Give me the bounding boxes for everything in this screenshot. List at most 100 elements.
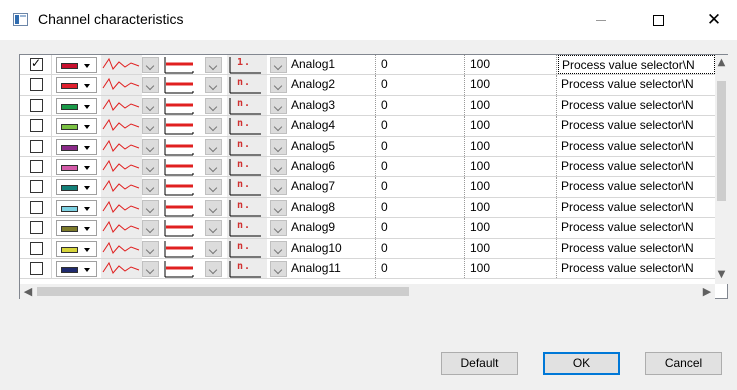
min-value[interactable]: 0 <box>377 177 465 197</box>
channel-row[interactable]: n. Analog11 0 100 Process value selector\N <box>20 258 715 280</box>
scroll-left-icon[interactable]: ◀ <box>20 284 36 299</box>
channel-name[interactable]: Analog2 <box>289 75 376 95</box>
process-value-selector[interactable]: Process value selector\N <box>558 218 715 237</box>
scroll-down-icon[interactable]: ▼ <box>715 268 728 282</box>
minimize-button[interactable] <box>578 0 624 40</box>
marker-dropdown[interactable] <box>270 220 287 237</box>
channel-row[interactable]: n. Analog5 0 100 Process value selector\N <box>20 136 715 157</box>
line-style-dropdown[interactable] <box>142 97 159 114</box>
process-value-selector[interactable]: Process value selector\N <box>558 177 715 196</box>
min-value[interactable]: 0 <box>377 95 465 116</box>
channel-row[interactable]: n. Analog7 0 100 Process value selector\N <box>20 177 715 198</box>
process-value-selector[interactable]: Process value selector\N <box>558 137 715 156</box>
line-style-dropdown[interactable] <box>142 138 159 155</box>
max-value[interactable]: 100 <box>466 197 557 218</box>
min-value[interactable]: 0 <box>377 258 465 279</box>
channel-name[interactable]: Analog3 <box>289 95 376 116</box>
max-value[interactable]: 100 <box>466 218 557 238</box>
min-value[interactable]: 0 <box>377 75 465 95</box>
channel-name[interactable]: Analog11 <box>289 258 376 279</box>
marker-dropdown[interactable] <box>270 179 287 196</box>
min-value[interactable]: 0 <box>377 136 465 156</box>
marker-dropdown[interactable] <box>270 97 287 114</box>
process-value-selector[interactable]: Process value selector\N <box>558 116 715 135</box>
channel-name[interactable]: Analog1 <box>289 55 376 75</box>
max-value[interactable]: 100 <box>466 238 557 258</box>
horizontal-scrollbar[interactable]: ◀ ▶ <box>20 284 715 299</box>
min-value[interactable]: 0 <box>377 55 465 75</box>
scroll-right-icon[interactable]: ▶ <box>699 284 715 299</box>
line-width-dropdown[interactable] <box>205 158 222 175</box>
color-picker[interactable] <box>56 118 97 135</box>
line-style-dropdown[interactable] <box>142 260 159 277</box>
color-picker[interactable] <box>56 260 97 277</box>
channel-row[interactable]: n. Analog2 0 100 Process value selector\N <box>20 75 715 96</box>
line-width-dropdown[interactable] <box>205 118 222 135</box>
min-value[interactable]: 0 <box>377 156 465 177</box>
channel-row[interactable]: n. Analog3 0 100 Process value selector\N <box>20 95 715 117</box>
channel-name[interactable]: Analog5 <box>289 136 376 156</box>
channel-row[interactable]: n. Analog4 0 100 Process value selector\N <box>20 116 715 137</box>
line-style-dropdown[interactable] <box>142 179 159 196</box>
ok-button[interactable]: OK <box>543 352 620 375</box>
line-width-dropdown[interactable] <box>205 57 222 73</box>
color-picker[interactable] <box>56 179 97 196</box>
max-value[interactable]: 100 <box>466 177 557 197</box>
channel-name[interactable]: Analog8 <box>289 197 376 218</box>
min-value[interactable]: 0 <box>377 238 465 258</box>
line-style-dropdown[interactable] <box>142 77 159 94</box>
scroll-up-icon[interactable]: ▲ <box>715 56 728 70</box>
color-picker[interactable] <box>56 138 97 155</box>
close-button[interactable]: ✕ <box>691 0 737 40</box>
marker-dropdown[interactable] <box>270 77 287 94</box>
min-value[interactable]: 0 <box>377 218 465 238</box>
enable-checkbox[interactable]: ✓ <box>30 56 43 71</box>
process-value-selector[interactable]: Process value selector\N <box>558 157 715 176</box>
process-value-selector[interactable]: Process value selector\N <box>558 96 715 115</box>
line-width-dropdown[interactable] <box>205 97 222 114</box>
color-picker[interactable] <box>56 77 97 94</box>
channel-name[interactable]: Analog9 <box>289 218 376 238</box>
marker-dropdown[interactable] <box>270 199 287 216</box>
channel-row[interactable]: n. Analog8 0 100 Process value selector\N <box>20 197 715 219</box>
vertical-scrollbar[interactable]: ▲ ▼ <box>715 55 728 284</box>
line-width-dropdown[interactable] <box>205 260 222 277</box>
channel-name[interactable]: Analog4 <box>289 116 376 136</box>
enable-checkbox[interactable] <box>30 180 43 194</box>
max-value[interactable]: 100 <box>466 116 557 136</box>
line-style-dropdown[interactable] <box>142 118 159 135</box>
line-width-dropdown[interactable] <box>205 138 222 155</box>
color-picker[interactable] <box>56 220 97 237</box>
min-value[interactable]: 0 <box>377 116 465 136</box>
enable-checkbox[interactable] <box>30 159 43 173</box>
process-value-selector[interactable]: Process value selector\N <box>558 259 715 278</box>
enable-checkbox[interactable] <box>30 261 43 275</box>
enable-checkbox[interactable] <box>30 221 43 235</box>
horizontal-scroll-thumb[interactable] <box>37 287 409 296</box>
channel-row[interactable]: n. Analog10 0 100 Process value selector\N <box>20 238 715 259</box>
channel-row[interactable]: n. Analog6 0 100 Process value selector\N <box>20 156 715 178</box>
line-width-dropdown[interactable] <box>205 240 222 257</box>
channel-name[interactable]: Analog7 <box>289 177 376 197</box>
min-value[interactable]: 0 <box>377 197 465 218</box>
channel-name[interactable]: Analog10 <box>289 238 376 258</box>
marker-dropdown[interactable] <box>270 138 287 155</box>
line-width-dropdown[interactable] <box>205 199 222 216</box>
marker-dropdown[interactable] <box>270 118 287 135</box>
channel-row[interactable]: ✓ 1. Analog1 0 100 Process value selector\N <box>20 55 715 76</box>
enable-checkbox[interactable] <box>30 241 43 255</box>
line-width-dropdown[interactable] <box>205 77 222 94</box>
process-value-selector[interactable]: Process value selector\N <box>558 55 715 75</box>
enable-checkbox[interactable] <box>30 200 43 214</box>
color-picker[interactable] <box>56 57 97 73</box>
max-value[interactable]: 100 <box>466 156 557 177</box>
line-width-dropdown[interactable] <box>205 220 222 237</box>
color-picker[interactable] <box>56 240 97 257</box>
line-style-dropdown[interactable] <box>142 199 159 216</box>
line-style-dropdown[interactable] <box>142 158 159 175</box>
marker-dropdown[interactable] <box>270 57 287 73</box>
max-value[interactable]: 100 <box>466 75 557 95</box>
line-width-dropdown[interactable] <box>205 179 222 196</box>
cancel-button[interactable]: Cancel <box>645 352 722 375</box>
vertical-scroll-thumb[interactable] <box>717 81 726 201</box>
